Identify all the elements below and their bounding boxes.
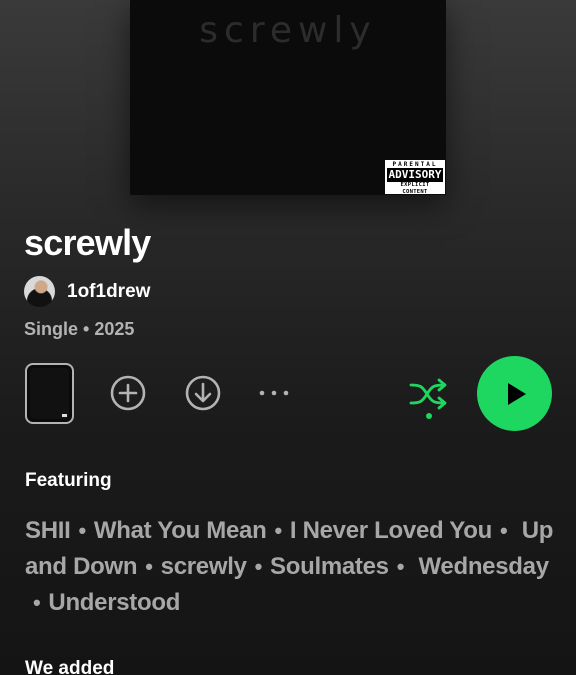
featuring-heading: Featuring	[25, 470, 112, 491]
artist-avatar	[24, 276, 55, 307]
featured-track[interactable]: SHII	[25, 517, 71, 544]
cover-thumbnail-button[interactable]	[25, 363, 74, 424]
featured-track[interactable]: What You Mean	[94, 517, 267, 544]
download-icon	[185, 375, 221, 411]
album-title: screwly	[24, 222, 151, 263]
separator-dot: •	[499, 518, 508, 543]
more-icon	[259, 390, 289, 396]
advisory-mid-text: ADVISORY	[387, 168, 443, 182]
shuffle-icon	[409, 378, 447, 419]
add-to-library-button[interactable]	[109, 374, 147, 412]
download-button[interactable]	[184, 374, 222, 412]
parental-advisory-label: PARENTAL ADVISORY EXPLICIT CONTENT	[385, 160, 445, 195]
featuring-list: SHII • What You Mean • I Never Loved You • Up…	[25, 513, 555, 621]
release-meta: Single • 2025	[24, 319, 135, 339]
add-circle-icon	[110, 375, 146, 411]
featured-track[interactable]: Wednesday	[419, 553, 550, 580]
thumbnail-image	[30, 368, 69, 419]
play-button[interactable]	[477, 356, 552, 431]
featured-track[interactable]: screwly	[161, 553, 247, 580]
featured-track[interactable]: Soulmates	[270, 553, 389, 580]
album-cover: screwly PARENTAL ADVISORY EXPLICIT CONTE…	[130, 0, 446, 195]
cover-title: screwly	[199, 10, 377, 51]
separator-dot: •	[274, 518, 282, 543]
separator-dot: •	[33, 590, 41, 615]
separator-dot: •	[78, 518, 86, 543]
artist-name[interactable]: 1of1drew	[67, 281, 150, 303]
advisory-top-text: PARENTAL	[392, 161, 438, 168]
featured-track[interactable]: Understood	[48, 589, 180, 616]
separator-dot: •	[145, 554, 153, 579]
we-added-heading: We added	[25, 658, 115, 675]
play-icon	[507, 382, 526, 405]
advisory-bottom-text: EXPLICIT CONTENT	[400, 182, 430, 195]
artist-link[interactable]: 1of1drew	[24, 276, 150, 307]
separator-dot: •	[396, 554, 405, 579]
separator-dot: •	[254, 554, 263, 579]
featured-track[interactable]: I Never Loved You	[290, 517, 492, 544]
more-options-button[interactable]	[256, 380, 292, 406]
shuffle-button[interactable]	[406, 372, 452, 422]
